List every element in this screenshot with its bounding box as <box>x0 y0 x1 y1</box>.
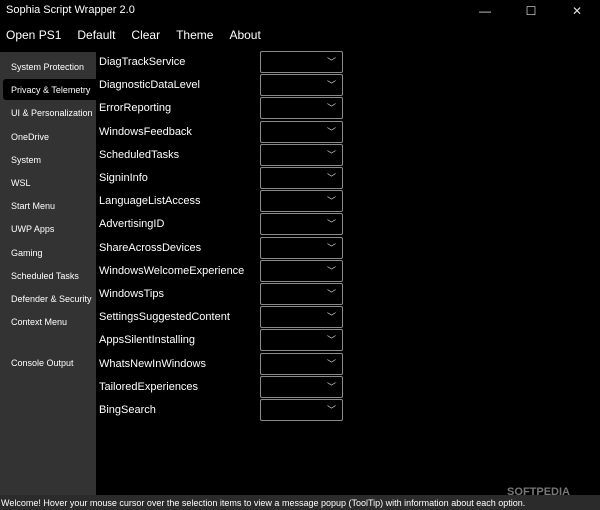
chevron-down-icon: ﹀ <box>326 173 336 183</box>
chevron-down-icon: ﹀ <box>326 381 336 392</box>
sidebar-item[interactable]: System Protection <box>3 56 96 77</box>
chevron-down-icon: ﹀ <box>326 57 336 67</box>
title-bar: Sophia Script Wrapper 2.0 — ☐ ✕ <box>0 0 600 22</box>
option-label: DiagTrackService <box>99 56 186 68</box>
option-label: LanguageListAccess <box>99 195 201 208</box>
sidebar: System Protection Privacy & Telemetry UI &… <box>0 52 96 495</box>
option-dropdown[interactable]: ﹀ <box>260 97 343 120</box>
option-dropdown[interactable]: ﹀ <box>260 352 343 375</box>
sidebar-item[interactable]: UI & Personalization <box>3 102 96 123</box>
option-dropdown[interactable]: ﹀ <box>260 329 343 352</box>
option-label: TailoredExperiences <box>99 380 199 393</box>
menu-item-open-ps1[interactable]: Open PS1 <box>6 28 61 46</box>
option-label: BingSearch <box>99 404 156 416</box>
option-label: AdvertisingID <box>99 218 165 231</box>
option-dropdown[interactable]: ﹀ <box>260 120 343 143</box>
chevron-down-icon: ﹀ <box>326 312 336 323</box>
option-dropdown[interactable]: ﹀ <box>260 399 343 421</box>
sidebar-item[interactable]: Context Menu <box>3 311 96 332</box>
window-title: Sophia Script Wrapper 2.0 <box>6 4 135 16</box>
option-label: ScheduledTasks <box>99 148 180 161</box>
option-label: DiagnosticDataLevel <box>99 79 200 92</box>
option-label: ErrorReporting <box>99 102 172 115</box>
chevron-down-icon: ﹀ <box>326 126 336 137</box>
sidebar-item[interactable]: Scheduled Tasks <box>3 265 96 286</box>
sidebar-item-console-output[interactable]: Console Output <box>3 352 96 373</box>
menu-item-clear[interactable]: Clear <box>131 28 160 46</box>
sidebar-item[interactable]: WSL <box>3 172 96 193</box>
menu-item-default[interactable]: Default <box>77 28 115 46</box>
option-label: WindowsTips <box>99 288 164 300</box>
sidebar-item[interactable]: OneDrive <box>3 126 96 147</box>
chevron-down-icon: ﹀ <box>326 289 336 299</box>
menu-item-about[interactable]: About <box>229 28 260 46</box>
option-dropdown[interactable]: ﹀ <box>260 190 343 213</box>
menu-item-theme[interactable]: Theme <box>176 28 213 46</box>
chevron-down-icon: ﹀ <box>326 405 336 415</box>
chevron-down-icon: ﹀ <box>326 196 336 207</box>
option-label: WindowsFeedback <box>99 125 192 138</box>
option-label: WindowsWelcomeExperience <box>99 264 245 277</box>
option-dropdown[interactable]: ﹀ <box>260 283 343 305</box>
chevron-down-icon: ﹀ <box>326 358 336 369</box>
sidebar-item[interactable]: Defender & Security <box>3 288 96 309</box>
option-dropdown[interactable]: ﹀ <box>260 259 343 282</box>
option-label: SettingsSuggestedContent <box>99 311 230 324</box>
sidebar-item[interactable]: Privacy & Telemetry <box>3 79 96 101</box>
maximize-button[interactable]: ☐ <box>508 0 554 22</box>
option-dropdown[interactable]: ﹀ <box>260 236 343 259</box>
option-label: ShareAcrossDevices <box>99 241 202 254</box>
option-dropdown[interactable]: ﹀ <box>260 375 343 398</box>
option-dropdown[interactable]: ﹀ <box>260 143 343 166</box>
chevron-down-icon: ﹀ <box>326 265 336 276</box>
option-dropdown[interactable]: ﹀ <box>260 167 343 189</box>
close-button[interactable]: ✕ <box>554 0 600 22</box>
chevron-down-icon: ﹀ <box>326 149 336 160</box>
option-dropdown[interactable]: ﹀ <box>260 306 343 329</box>
sidebar-item[interactable]: Start Menu <box>3 195 96 216</box>
watermark-logo: SOFTPEDIA <box>507 486 570 498</box>
chevron-down-icon: ﹀ <box>326 219 336 230</box>
chevron-down-icon: ﹀ <box>326 242 336 253</box>
sidebar-item[interactable]: System <box>3 149 96 170</box>
chevron-down-icon: ﹀ <box>326 335 336 346</box>
minimize-button[interactable]: — <box>462 0 508 22</box>
chevron-down-icon: ﹀ <box>326 80 336 91</box>
option-label: WhatsNewInWindows <box>99 357 206 370</box>
option-label: SigninInfo <box>99 172 148 184</box>
chevron-down-icon: ﹀ <box>326 103 336 114</box>
sidebar-item[interactable]: UWP Apps <box>3 218 96 239</box>
option-label: AppsSilentInstalling <box>99 334 196 347</box>
sidebar-item[interactable]: Gaming <box>3 242 96 263</box>
option-dropdown[interactable]: ﹀ <box>260 74 343 97</box>
option-dropdown[interactable]: ﹀ <box>260 51 343 73</box>
option-dropdown[interactable]: ﹀ <box>260 213 343 236</box>
menu-bar: Open PS1 Default Clear Theme About <box>0 28 271 46</box>
